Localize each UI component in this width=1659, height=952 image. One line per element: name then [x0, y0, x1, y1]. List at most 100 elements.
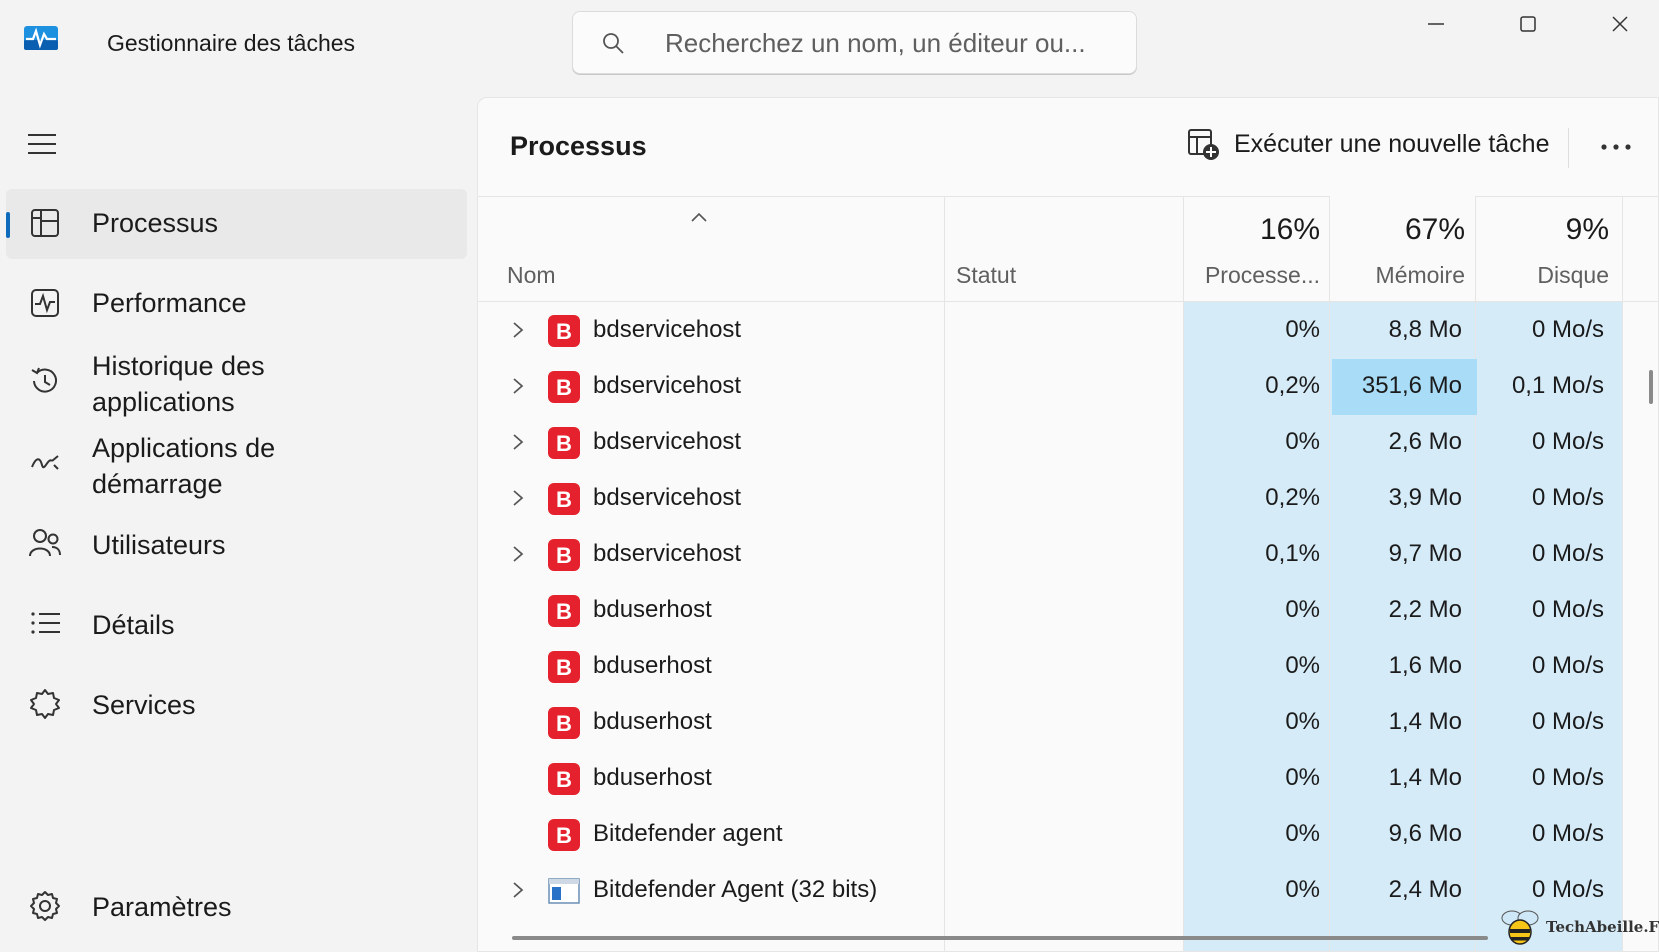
- disk-cell: 0 Mo/s: [1531, 708, 1604, 735]
- more-options-icon[interactable]: [1596, 132, 1636, 162]
- column-header-name[interactable]: Nom: [507, 262, 556, 289]
- sidebar-item-details[interactable]: Détails: [6, 590, 467, 660]
- memory-cell: 2,4 Mo: [1388, 876, 1462, 903]
- run-new-task-button[interactable]: Exécuter une nouvelle tâche: [1186, 122, 1550, 166]
- sidebar-item-label: Performance: [92, 288, 247, 318]
- svg-text:B: B: [556, 431, 572, 456]
- memory-cell: 1,4 Mo: [1388, 708, 1462, 735]
- active-indicator: [6, 212, 10, 238]
- new-task-icon: [1188, 129, 1219, 160]
- disk-cell: 0 Mo/s: [1531, 764, 1604, 791]
- process-name: Bitdefender agent: [593, 820, 783, 847]
- disk-cell: 0 Mo/s: [1531, 428, 1604, 455]
- vertical-scrollbar[interactable]: [1649, 370, 1653, 404]
- cpu-cell: 0%: [1285, 876, 1320, 903]
- sidebar-item-settings[interactable]: Paramètres: [6, 872, 467, 942]
- sidebar-item-performance[interactable]: Performance: [6, 268, 467, 338]
- cpu-cell: 0,1%: [1265, 540, 1320, 567]
- memory-cell: 9,6 Mo: [1388, 820, 1462, 847]
- table-row[interactable]: B Bitdefender agent 0% 9,6 Mo 0 Mo/s: [478, 807, 1658, 863]
- chevron-right-icon[interactable]: [508, 543, 528, 565]
- bitdefender-icon: B: [548, 539, 580, 571]
- sidebar-item-label-line2: applications: [92, 387, 235, 417]
- horizontal-scrollbar[interactable]: [512, 936, 1488, 940]
- chevron-right-icon[interactable]: [508, 879, 528, 901]
- cpu-cell: 0,2%: [1265, 372, 1320, 399]
- svg-text:B: B: [556, 599, 572, 624]
- table-row[interactable]: Bitdefender Agent (32 bits) 0% 2,4 Mo 0 Mo/…: [478, 863, 1658, 919]
- details-icon: [31, 612, 60, 634]
- disk-cell: 0 Mo/s: [1531, 652, 1604, 679]
- svg-text:B: B: [556, 487, 572, 512]
- sidebar-item-startup-apps[interactable]: Applications de démarrage: [6, 426, 467, 506]
- table-row[interactable]: Bbdservicehost 0,2% 351,6 Mo 0,1 Mo/s: [478, 359, 1658, 415]
- column-header-cpu[interactable]: Processe...: [1183, 262, 1320, 289]
- process-name: bduserhost: [593, 708, 712, 735]
- chevron-right-icon[interactable]: [508, 319, 528, 341]
- cpu-cell: 0%: [1285, 428, 1320, 455]
- disk-cell: 0 Mo/s: [1531, 876, 1604, 903]
- app-title: Gestionnaire des tâches: [107, 30, 356, 56]
- bee-logo-icon: [1501, 910, 1539, 945]
- search-input[interactable]: [665, 26, 1115, 60]
- header-divider: [478, 301, 1658, 302]
- column-header-memory[interactable]: Mémoire: [1329, 262, 1465, 289]
- disk-cell: 0,1 Mo/s: [1511, 372, 1604, 399]
- disk-cell: 0 Mo/s: [1531, 596, 1604, 623]
- cpu-cell: 0%: [1285, 596, 1320, 623]
- sidebar-item-processes[interactable]: Processus: [6, 189, 467, 259]
- maximize-button[interactable]: [1482, 4, 1574, 44]
- hamburger-menu-icon[interactable]: [26, 128, 58, 160]
- process-name: bduserhost: [593, 652, 712, 679]
- column-header-disk[interactable]: Disque: [1475, 262, 1609, 289]
- cpu-usage-total: 16%: [1259, 213, 1320, 246]
- performance-icon: [31, 289, 59, 317]
- svg-text:B: B: [556, 767, 572, 792]
- title-bar: Gestionnaire des tâches: [0, 0, 1659, 90]
- table-row[interactable]: Bbdservicehost 0,1% 9,7 Mo 0 Mo/s: [478, 527, 1658, 583]
- process-name: bdservicehost: [593, 372, 742, 399]
- bitdefender-icon: B: [548, 427, 580, 459]
- chevron-right-icon[interactable]: [508, 375, 528, 397]
- column-header-status[interactable]: Statut: [956, 262, 1016, 289]
- svg-text:B: B: [556, 319, 572, 344]
- bitdefender-icon: B: [548, 707, 580, 739]
- run-new-task-label: Exécuter une nouvelle tâche: [1234, 129, 1550, 158]
- disk-cell: 0 Mo/s: [1531, 820, 1604, 847]
- watermark: TechAbeille.FR: [1498, 908, 1659, 946]
- memory-cell: 8,8 Mo: [1388, 316, 1462, 343]
- sidebar-item-label: Détails: [92, 610, 175, 640]
- table-row[interactable]: Bbduserhost 0% 2,2 Mo 0 Mo/s: [478, 583, 1658, 639]
- search-box[interactable]: [572, 11, 1137, 74]
- table-row[interactable]: Bbduserhost 0% 1,4 Mo 0 Mo/s: [478, 695, 1658, 751]
- memory-cell: 9,7 Mo: [1388, 540, 1462, 567]
- table-row[interactable]: Bbdservicehost 0,2% 3,9 Mo 0 Mo/s: [478, 471, 1658, 527]
- cpu-cell: 0%: [1285, 316, 1320, 343]
- chevron-right-icon[interactable]: [508, 487, 528, 509]
- sidebar-item-app-history[interactable]: Historique des applications: [6, 346, 467, 426]
- sidebar-item-label: Applications de: [92, 433, 276, 463]
- users-icon: [29, 529, 61, 557]
- watermark-text: TechAbeille.FR: [1546, 918, 1659, 936]
- cpu-cell: 0%: [1285, 708, 1320, 735]
- divider: [478, 196, 1658, 197]
- page-title: Processus: [510, 131, 647, 161]
- memory-cell: 1,4 Mo: [1388, 764, 1462, 791]
- sort-ascending-icon[interactable]: [689, 210, 709, 224]
- table-row[interactable]: Bbdservicehost 0% 8,8 Mo 0 Mo/s: [478, 303, 1658, 359]
- close-button[interactable]: [1574, 4, 1659, 44]
- minimize-button[interactable]: [1390, 4, 1482, 44]
- search-icon: [603, 33, 624, 54]
- sidebar-item-label: Historique des: [92, 351, 265, 381]
- table-row[interactable]: Bbduserhost 0% 1,6 Mo 0 Mo/s: [478, 639, 1658, 695]
- task-manager-logo-icon: [24, 26, 58, 50]
- sidebar-item-services[interactable]: Services: [6, 670, 467, 740]
- table-row[interactable]: Bbdservicehost 0% 2,6 Mo 0 Mo/s: [478, 415, 1658, 471]
- table-row[interactable]: Bbduserhost 0% 1,4 Mo 0 Mo/s: [478, 751, 1658, 807]
- process-name: Bitdefender Agent (32 bits): [593, 876, 878, 903]
- memory-cell: 3,9 Mo: [1388, 484, 1462, 511]
- minimize-icon: [1428, 23, 1444, 25]
- chevron-right-icon[interactable]: [508, 431, 528, 453]
- disk-usage-total: 9%: [1565, 213, 1609, 246]
- sidebar-item-users[interactable]: Utilisateurs: [6, 510, 467, 580]
